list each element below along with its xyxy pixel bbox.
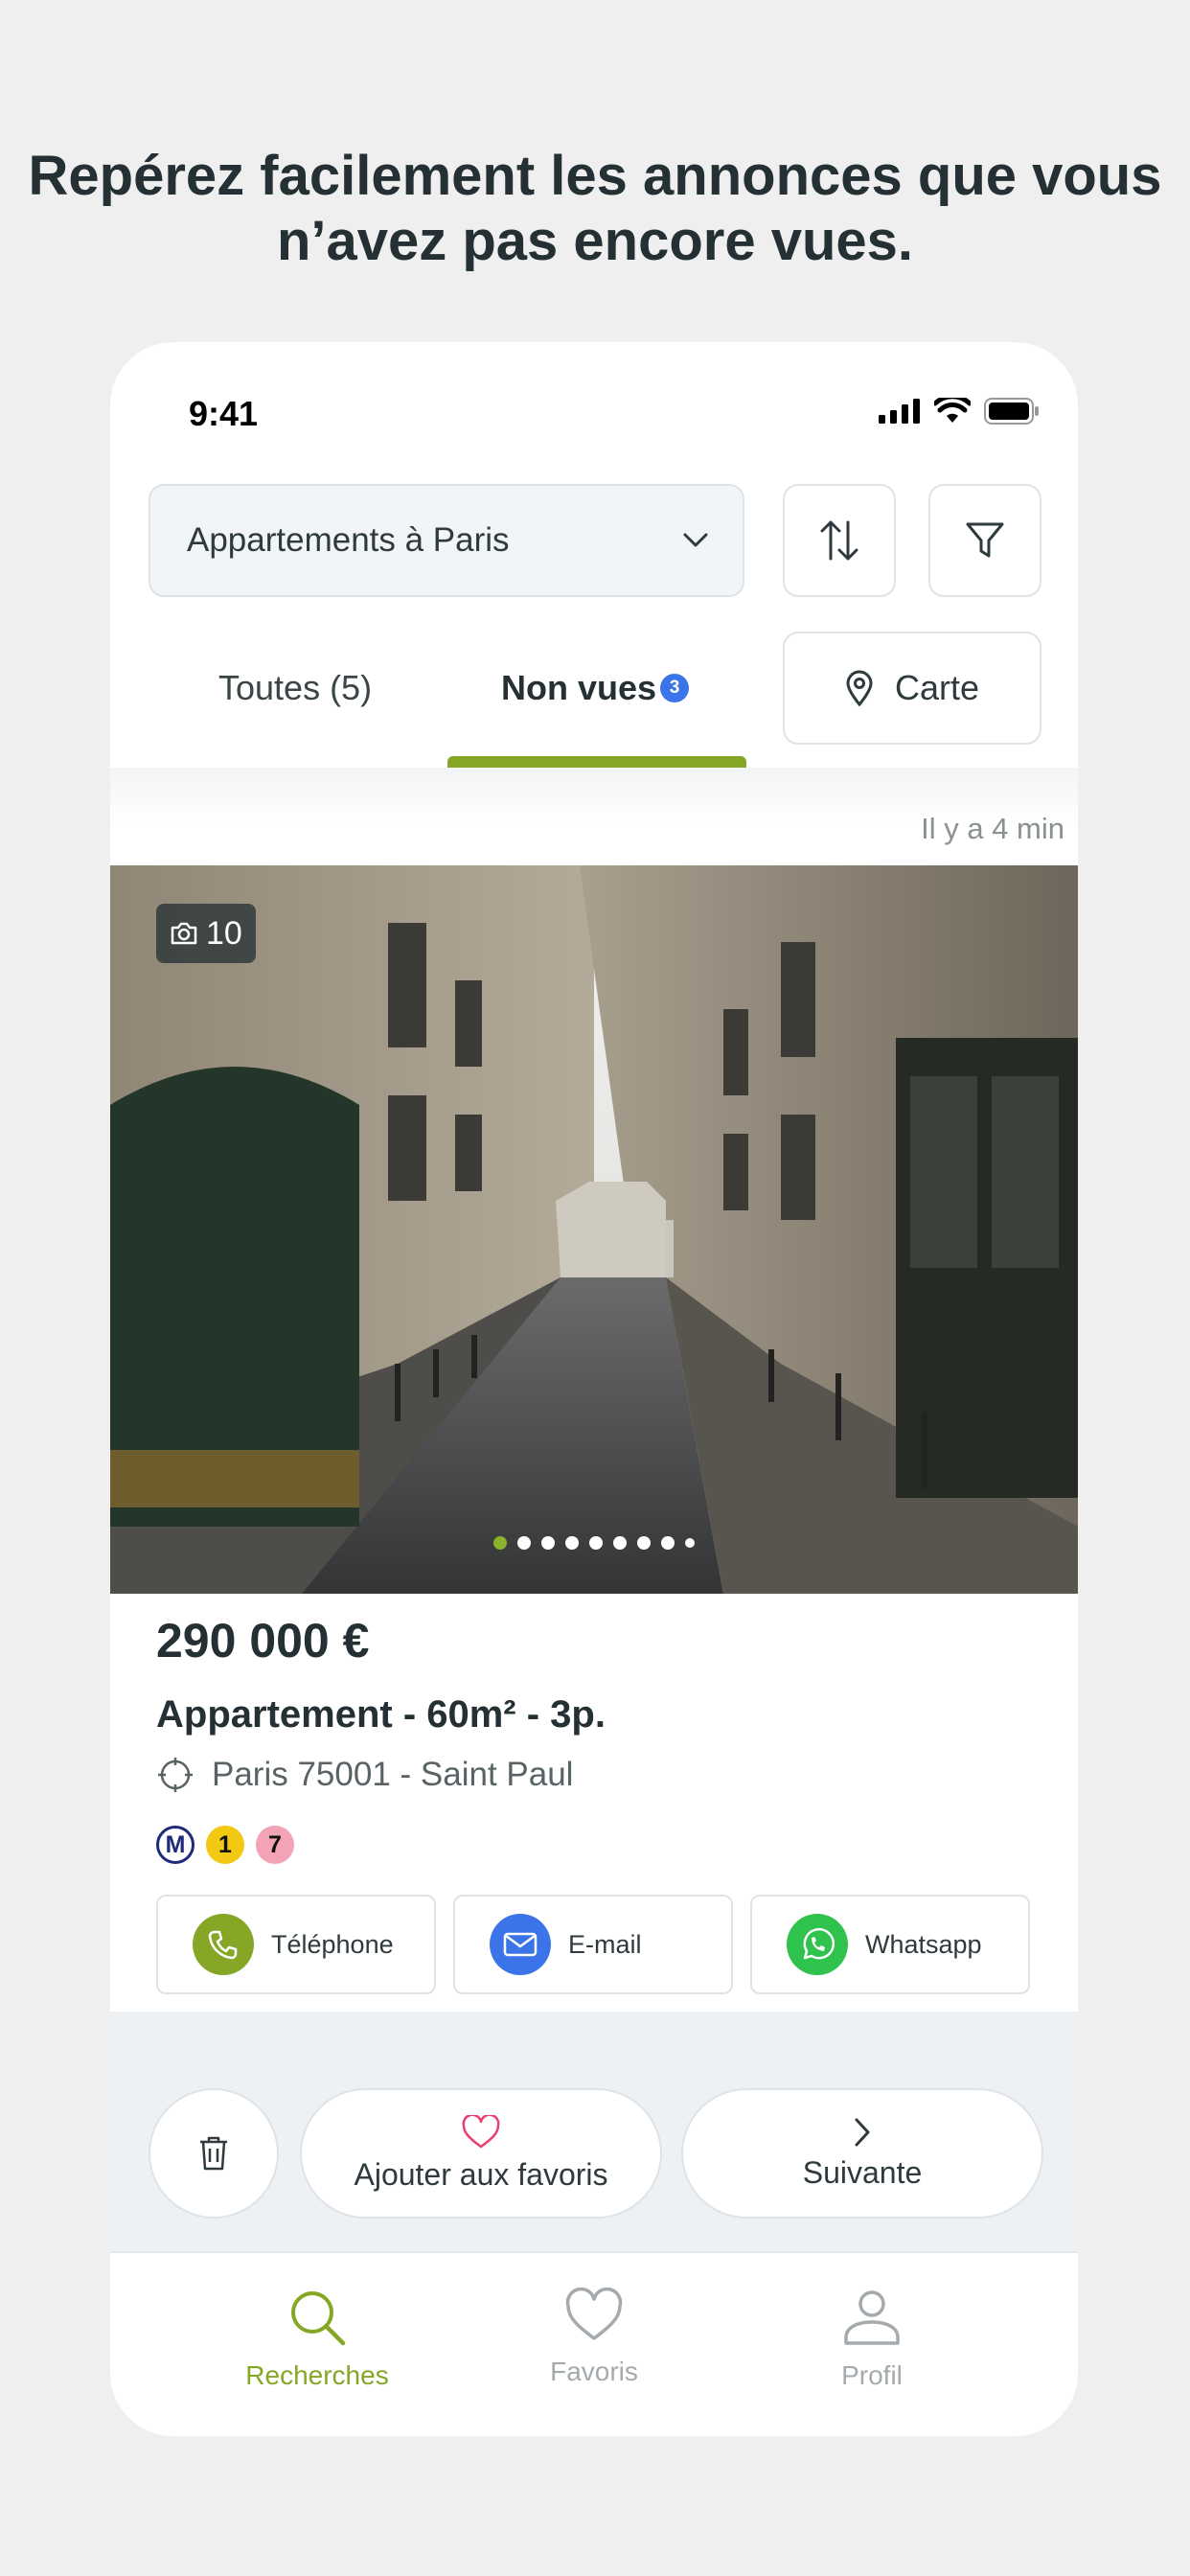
heart-icon <box>565 2288 623 2340</box>
pagination-dot <box>565 1536 579 1550</box>
listing-time-ago: Il y a 4 min <box>921 812 1064 845</box>
wifi-icon <box>934 398 971 423</box>
listing-photo[interactable]: 10 <box>110 865 1078 1594</box>
nav-profile-label: Profil <box>841 2360 903 2390</box>
add-to-favorites-label: Ajouter aux favoris <box>354 2156 608 2192</box>
pagination-dot <box>637 1536 651 1550</box>
heart-icon <box>462 2114 500 2148</box>
status-bar: 9:41 <box>110 342 1078 486</box>
search-selector[interactable]: Appartements à Paris <box>149 484 744 597</box>
nav-item-profile[interactable]: Profil <box>757 2288 987 2391</box>
metro-line-badge: 7 <box>256 1826 294 1864</box>
phone-contact-button[interactable]: Téléphone <box>156 1895 436 1994</box>
add-to-favorites-button[interactable]: Ajouter aux favoris <box>300 2088 662 2219</box>
map-pin-icon <box>846 670 873 706</box>
map-button-label: Carte <box>894 668 980 707</box>
tab-unseen[interactable]: Non vues 3 <box>501 668 690 708</box>
nav-item-favorites[interactable]: Favoris <box>479 2288 709 2387</box>
email-contact-label: E-mail <box>568 1929 642 1959</box>
chevron-right-icon <box>855 2118 870 2146</box>
delete-button[interactable] <box>149 2088 279 2219</box>
pagination-dot <box>661 1536 675 1550</box>
map-button[interactable]: Carte <box>783 632 1041 745</box>
filter-button[interactable] <box>928 484 1041 597</box>
metro-logo-icon: M <box>156 1826 195 1864</box>
signal-icon <box>879 399 920 424</box>
camera-icon <box>171 922 197 945</box>
listing-price: 290 000 € <box>156 1614 370 1668</box>
search-selector-label: Appartements à Paris <box>187 521 510 559</box>
status-time: 9:41 <box>189 394 259 433</box>
listing-title: Appartement - 60m² - 3p. <box>156 1693 606 1736</box>
sort-icon <box>820 520 858 561</box>
tab-all[interactable]: Toutes (5) <box>218 668 372 708</box>
next-button[interactable]: Suivante <box>681 2088 1043 2219</box>
trash-icon <box>200 2136 227 2171</box>
listing-location-label: Paris 75001 - Saint Paul <box>212 1756 574 1793</box>
street-photo <box>110 865 1078 1594</box>
bottom-navigation: Recherches Favoris Profil <box>110 2251 1078 2436</box>
pagination-dot <box>517 1536 531 1550</box>
nav-favorites-label: Favoris <box>550 2357 638 2386</box>
search-icon <box>291 2291 346 2346</box>
sort-button[interactable] <box>783 484 896 597</box>
pagination-dot <box>541 1536 555 1550</box>
status-icons <box>879 398 1040 425</box>
whatsapp-contact-label: Whatsapp <box>865 1929 982 1959</box>
pagination-dot <box>613 1536 627 1550</box>
nav-item-searches[interactable]: Recherches <box>202 2288 432 2391</box>
pagination-dot <box>589 1536 603 1550</box>
location-target-icon <box>158 1758 193 1792</box>
photo-count-badge: 10 <box>156 904 256 963</box>
tab-all-label: Toutes (5) <box>218 668 373 707</box>
metro-lines: M 1 7 <box>156 1826 294 1864</box>
pagination-dot <box>685 1538 695 1548</box>
photo-pagination <box>493 1536 695 1550</box>
photo-count: 10 <box>206 914 242 952</box>
nav-searches-label: Recherches <box>245 2360 389 2390</box>
listing-location: Paris 75001 - Saint Paul <box>156 1756 573 1794</box>
battery-icon <box>984 398 1039 425</box>
headline: Repérez facilement les annonces que vous… <box>28 145 1162 272</box>
metro-line-badge: 1 <box>206 1826 244 1864</box>
phone-icon <box>193 1914 254 1975</box>
email-contact-button[interactable]: E-mail <box>453 1895 733 1994</box>
whatsapp-icon <box>787 1914 848 1975</box>
chevron-down-icon <box>683 533 708 547</box>
whatsapp-contact-button[interactable]: Whatsapp <box>750 1895 1030 1994</box>
active-tab-indicator <box>447 756 746 768</box>
profile-icon <box>844 2290 900 2345</box>
phone-screen: 9:41 Appartements à Paris Carte Toutes (… <box>110 342 1078 2436</box>
filter-icon <box>966 522 1004 558</box>
mail-icon <box>490 1914 551 1975</box>
tab-unseen-label: Non vues <box>501 668 657 707</box>
phone-contact-label: Téléphone <box>271 1929 394 1959</box>
unseen-count-badge: 3 <box>660 674 690 702</box>
pagination-dot <box>493 1536 507 1550</box>
next-label: Suivante <box>802 2154 923 2190</box>
